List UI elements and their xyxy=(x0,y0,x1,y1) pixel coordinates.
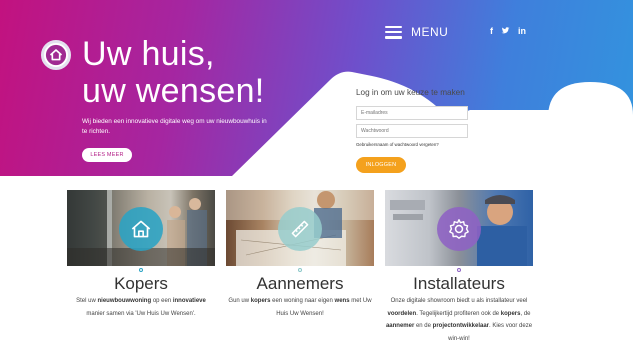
menu-button[interactable]: MENU xyxy=(385,23,448,41)
installateurs-dot xyxy=(457,268,461,272)
installateurs-text: Onze digitale showroom biedt u als insta… xyxy=(385,298,533,340)
twitter-icon[interactable] xyxy=(501,26,510,37)
login-title: Log in om uw keuze te maken xyxy=(356,88,465,97)
hero-title: Uw huis, uw wensen! xyxy=(82,36,265,110)
page: Uw huis, uw wensen! Wij bieden een innov… xyxy=(0,0,633,340)
card-kopers[interactable] xyxy=(67,190,215,266)
kopers-text: Stel uw nieuwbouwwoning op een innovatie… xyxy=(76,298,206,317)
installateurs-title: Installateurs xyxy=(413,274,505,293)
house-logo-icon xyxy=(45,44,67,66)
hero-title-line1: Uw huis, xyxy=(82,35,215,73)
kopers-dot xyxy=(139,268,143,272)
aannemers-dot xyxy=(298,268,302,272)
aannemers-title: Aannemers xyxy=(256,274,344,293)
hero-banner: Uw huis, uw wensen! Wij bieden een innov… xyxy=(0,0,633,176)
installateurs-photo xyxy=(385,190,533,266)
login-button[interactable]: INLOGGEN xyxy=(356,157,406,173)
menu-label: MENU xyxy=(411,25,449,39)
password-input[interactable] xyxy=(356,124,468,138)
house-icon xyxy=(119,207,163,251)
card-aannemers[interactable] xyxy=(226,190,374,266)
aannemers-photo xyxy=(226,190,374,266)
hero-subtitle: Wij bieden een innovatieve digitale weg … xyxy=(82,118,267,135)
hamburger-icon xyxy=(385,25,402,39)
lees-meer-button[interactable]: LEES MEER xyxy=(82,148,132,162)
gear-icon xyxy=(437,207,481,251)
ruler-icon xyxy=(278,207,322,251)
forgot-password-link[interactable]: Gebruikersnaam of wachtwoord vergeten? xyxy=(356,142,439,147)
kopers-title: Kopers xyxy=(114,274,168,293)
logo[interactable] xyxy=(41,40,71,70)
email-input[interactable] xyxy=(356,106,468,120)
kopers-photo xyxy=(67,190,215,266)
social-links: f in xyxy=(490,23,526,39)
aannemers-text: Gun uw kopers een woning naar eigen wens… xyxy=(228,298,372,317)
hero-title-line2: uw wensen! xyxy=(82,72,265,110)
facebook-icon[interactable]: f xyxy=(490,26,493,36)
linkedin-icon[interactable]: in xyxy=(518,26,526,36)
card-installateurs[interactable] xyxy=(385,190,533,266)
